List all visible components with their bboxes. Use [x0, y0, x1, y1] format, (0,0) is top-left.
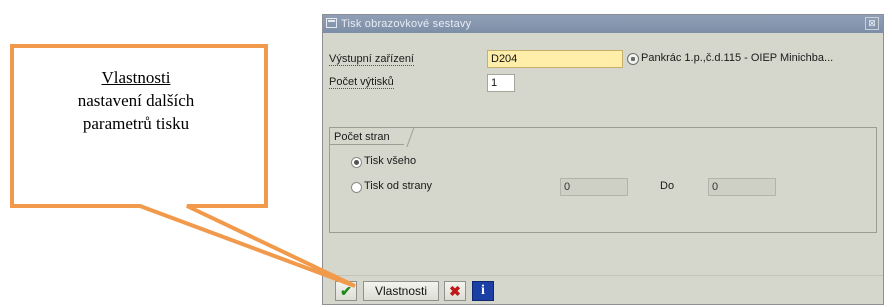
page-range-group-title: Počet stran — [329, 127, 404, 145]
from-page-field[interactable]: 0 — [560, 178, 628, 196]
cancel-icon: ✖ — [449, 283, 461, 299]
print-from-label: Tisk od strany — [364, 180, 433, 192]
print-from-radio[interactable] — [351, 182, 362, 193]
checkmark-icon: ✔ — [340, 283, 352, 299]
close-icon[interactable]: ⊠ — [865, 17, 879, 30]
device-lookup-icon[interactable] — [627, 53, 639, 65]
callout-line-1: nastavení dalších — [77, 91, 195, 110]
dialog-footer: ✔ Vlastnosti ✖ i — [323, 275, 883, 304]
output-device-description: Pankrác 1.p.,č.d.115 - OIEP Minichba... — [641, 52, 834, 64]
dialog-title: Tisk obrazovkové sestavy — [341, 18, 472, 30]
output-device-field[interactable]: D204 — [487, 50, 623, 68]
to-page-field[interactable]: 0 — [708, 178, 776, 196]
copies-label: Počet výtisků — [329, 76, 394, 89]
output-device-label: Výstupní zařízení — [329, 53, 414, 66]
callout-text: Vlastnosti nastavení dalších parametrů t… — [14, 66, 258, 135]
confirm-button[interactable]: ✔ — [335, 281, 357, 301]
print-all-label: Tisk všeho — [364, 155, 417, 167]
print-dialog: Tisk obrazovkové sestavy ⊠ Výstupní zaří… — [322, 14, 884, 305]
info-button[interactable]: i — [472, 281, 494, 301]
window-icon — [326, 18, 337, 28]
print-all-radio[interactable] — [351, 157, 362, 168]
copies-field[interactable]: 1 — [487, 74, 515, 92]
info-icon: i — [481, 283, 485, 298]
dialog-titlebar[interactable]: Tisk obrazovkové sestavy ⊠ — [323, 15, 883, 33]
page-range-group: Počet stran Tisk všeho Tisk od strany 0 … — [329, 127, 877, 233]
callout-title: Vlastnosti — [101, 68, 171, 87]
callout-line-2: parametrů tisku — [82, 114, 190, 133]
to-label: Do — [660, 180, 675, 192]
properties-button[interactable]: Vlastnosti — [363, 281, 439, 301]
cancel-button[interactable]: ✖ — [444, 281, 466, 301]
